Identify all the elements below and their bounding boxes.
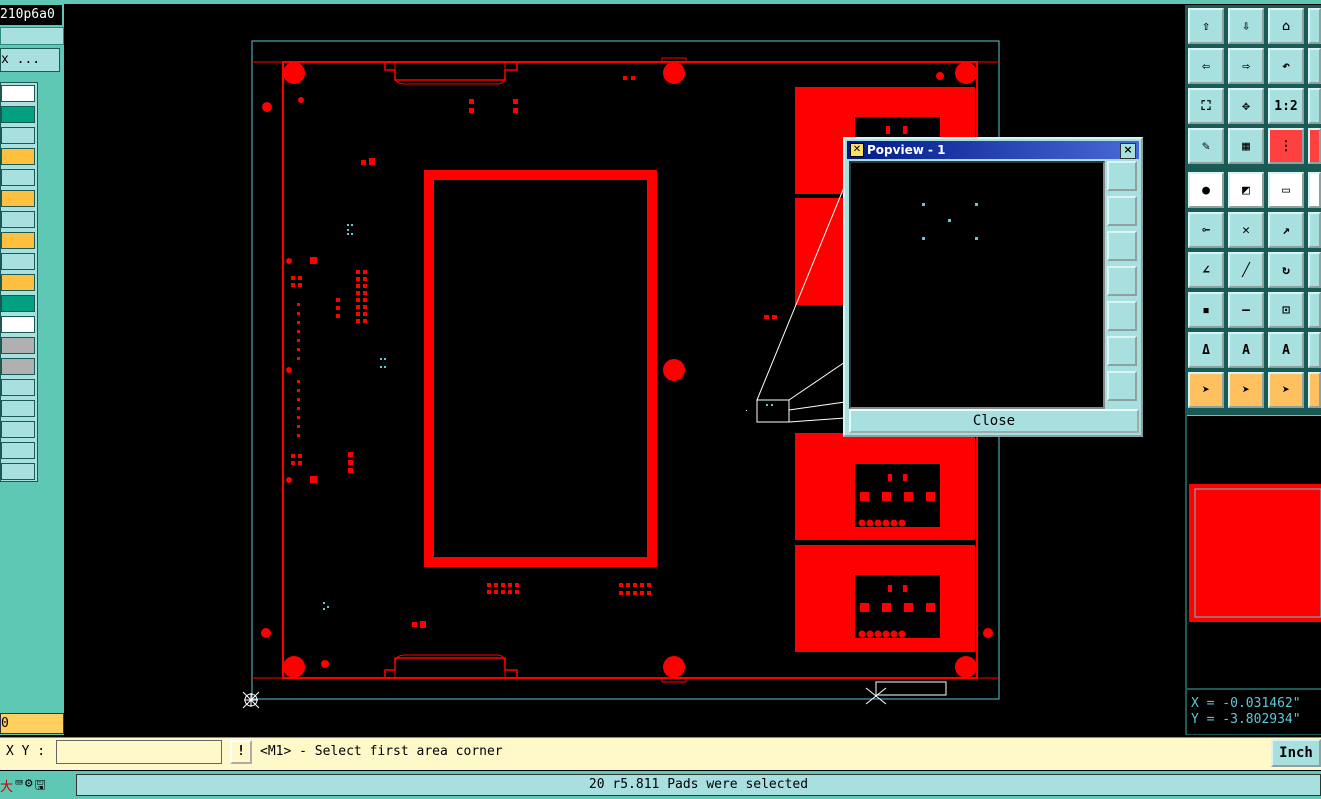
pan-right-icon[interactable]: ⇨	[1228, 48, 1264, 84]
zoom-window-icon[interactable]	[1107, 161, 1137, 191]
toolbar-cut-icon-6[interactable]	[1308, 212, 1321, 248]
zoom-center-icon[interactable]: ✥	[1228, 88, 1264, 124]
layer-swatch[interactable]	[1, 274, 35, 291]
toolbar-cut-icon[interactable]	[1308, 8, 1321, 44]
popview-title: Popview - 1	[867, 143, 946, 157]
select-arrow-icon[interactable]: ➤	[1188, 372, 1224, 408]
layer-swatch[interactable]	[1, 106, 35, 123]
overview-drawing	[1189, 484, 1321, 622]
pad-icon[interactable]: ●	[1188, 172, 1224, 208]
status-icons: 大 ⌨ ⚙ 🖫	[0, 776, 72, 796]
coordinate-readout: X = -0.031462" Y = -3.802934"	[1187, 690, 1321, 734]
component-icon[interactable]: ⊡	[1268, 292, 1304, 328]
layer-swatch[interactable]	[1, 253, 35, 270]
text-outline-icon[interactable]: A	[1268, 332, 1304, 368]
bottom-pad-arrays	[487, 583, 651, 595]
toolbar-cut-icon-4[interactable]	[1308, 128, 1321, 164]
layer-swatch[interactable]	[1, 211, 35, 228]
layer-menu-button[interactable]: x ...	[0, 48, 60, 72]
line-icon[interactable]: ╱	[1228, 252, 1264, 288]
toolbar-cut-icon-9[interactable]	[1308, 332, 1321, 368]
settings-icon[interactable]: ⚙	[25, 776, 33, 796]
palette-icon[interactable]: ✎	[1188, 128, 1224, 164]
layer-swatch[interactable]	[1, 463, 35, 480]
select-box-icon[interactable]: ➤	[1228, 372, 1264, 408]
popview-close-button[interactable]: Close	[849, 409, 1139, 433]
layer-swatch[interactable]	[1, 85, 35, 102]
ime-icon[interactable]: 大	[0, 776, 13, 796]
status-message: 20 r5.811 Pads were selected	[76, 774, 1321, 796]
popview-canvas[interactable]	[849, 161, 1105, 409]
execute-button[interactable]: !	[230, 740, 252, 764]
text-icon[interactable]: Δ	[1188, 332, 1224, 368]
grid-icon[interactable]: ▦	[1228, 128, 1264, 164]
layer-swatch[interactable]	[1, 190, 35, 207]
layer-field[interactable]	[0, 27, 64, 45]
zoom-fit-icon[interactable]: ⛶	[1188, 88, 1224, 124]
arc-icon[interactable]: ↻	[1268, 252, 1304, 288]
popview-window: ✕ Popview - 1 × Close	[843, 137, 1143, 437]
draw-line-icon[interactable]: ◩	[1228, 172, 1264, 208]
y-coordinate: Y = -3.802934"	[1191, 712, 1301, 727]
pan-right-icon[interactable]	[1107, 301, 1137, 331]
xy-label: X Y :	[6, 744, 46, 759]
layer-swatch[interactable]	[1, 127, 35, 144]
pan-left-icon[interactable]	[1107, 266, 1137, 296]
layer-swatch[interactable]	[1, 232, 35, 249]
popview-app-icon: ✕	[850, 143, 864, 157]
text-bold-icon[interactable]: A	[1228, 332, 1264, 368]
zoom-fit-icon[interactable]	[1107, 336, 1137, 366]
layer-swatch[interactable]	[1, 379, 35, 396]
pan-down-icon[interactable]: ⇩	[1228, 8, 1264, 44]
pan-up-icon[interactable]: ⇧	[1188, 8, 1224, 44]
job-name-label: 210p6a0	[0, 5, 62, 26]
toolbar-cut-icon-3[interactable]	[1308, 88, 1321, 124]
top-border	[0, 0, 1321, 4]
left-status-field: 0	[0, 713, 64, 734]
via-icon[interactable]: ▪	[1188, 292, 1224, 328]
layer-swatch[interactable]	[1, 169, 35, 186]
x-coordinate: X = -0.031462"	[1191, 696, 1301, 711]
unit-toggle-button[interactable]: Inch	[1271, 739, 1321, 767]
route-icon[interactable]: ↗	[1268, 212, 1304, 248]
angle-icon[interactable]: ∠	[1188, 252, 1224, 288]
layer-swatch[interactable]	[1, 295, 35, 312]
cross-icon[interactable]: ✕	[1228, 212, 1264, 248]
measure-icon[interactable]: ▭	[1268, 172, 1304, 208]
toolbar-cut-icon-7[interactable]	[1308, 252, 1321, 288]
save-icon[interactable]: 🖫	[35, 776, 46, 796]
layer-swatch[interactable]	[1, 148, 35, 165]
layer-swatch[interactable]	[1, 358, 35, 375]
popview-close-icon[interactable]: ×	[1120, 143, 1136, 159]
overview-map[interactable]	[1187, 415, 1321, 688]
scale-icon[interactable]: 1:2	[1268, 88, 1304, 124]
layer-swatch[interactable]	[1, 337, 35, 354]
toolbar-cut-icon-8[interactable]	[1308, 292, 1321, 328]
home-icon[interactable]: ⌂	[1268, 8, 1304, 44]
popview-titlebar[interactable]: ✕ Popview - 1 ×	[847, 141, 1139, 159]
connect-icon[interactable]: ⟜	[1188, 212, 1224, 248]
trace-icon[interactable]: —	[1228, 292, 1264, 328]
undo-view-icon[interactable]: ↶	[1268, 48, 1304, 84]
popview-drawing	[922, 203, 978, 240]
toolbar-cut-icon-2[interactable]	[1308, 48, 1321, 84]
layer-swatch[interactable]	[1, 442, 35, 459]
selected-pads	[323, 224, 773, 610]
select-poly-icon[interactable]: ➤	[1268, 372, 1304, 408]
pan-left-icon[interactable]: ⇦	[1188, 48, 1224, 84]
pan-down-icon[interactable]	[1107, 231, 1137, 261]
prompt-message: <M1> - Select first area corner	[260, 744, 503, 759]
toolbar-cut-icon-10[interactable]	[1308, 372, 1321, 408]
column-pads	[297, 303, 300, 437]
layer-list[interactable]	[0, 82, 38, 482]
toolbar-cut-icon-5[interactable]	[1308, 172, 1321, 208]
layer-swatch[interactable]	[1, 400, 35, 417]
layer-swatch[interactable]	[1, 316, 35, 333]
netlist-icon[interactable]: ⋮	[1268, 128, 1304, 164]
layer-swatch[interactable]	[1, 421, 35, 438]
zoom-center-icon[interactable]	[1107, 371, 1137, 401]
keyboard-icon[interactable]: ⌨	[15, 776, 23, 796]
xy-input[interactable]	[56, 740, 222, 764]
pan-up-icon[interactable]	[1107, 196, 1137, 226]
